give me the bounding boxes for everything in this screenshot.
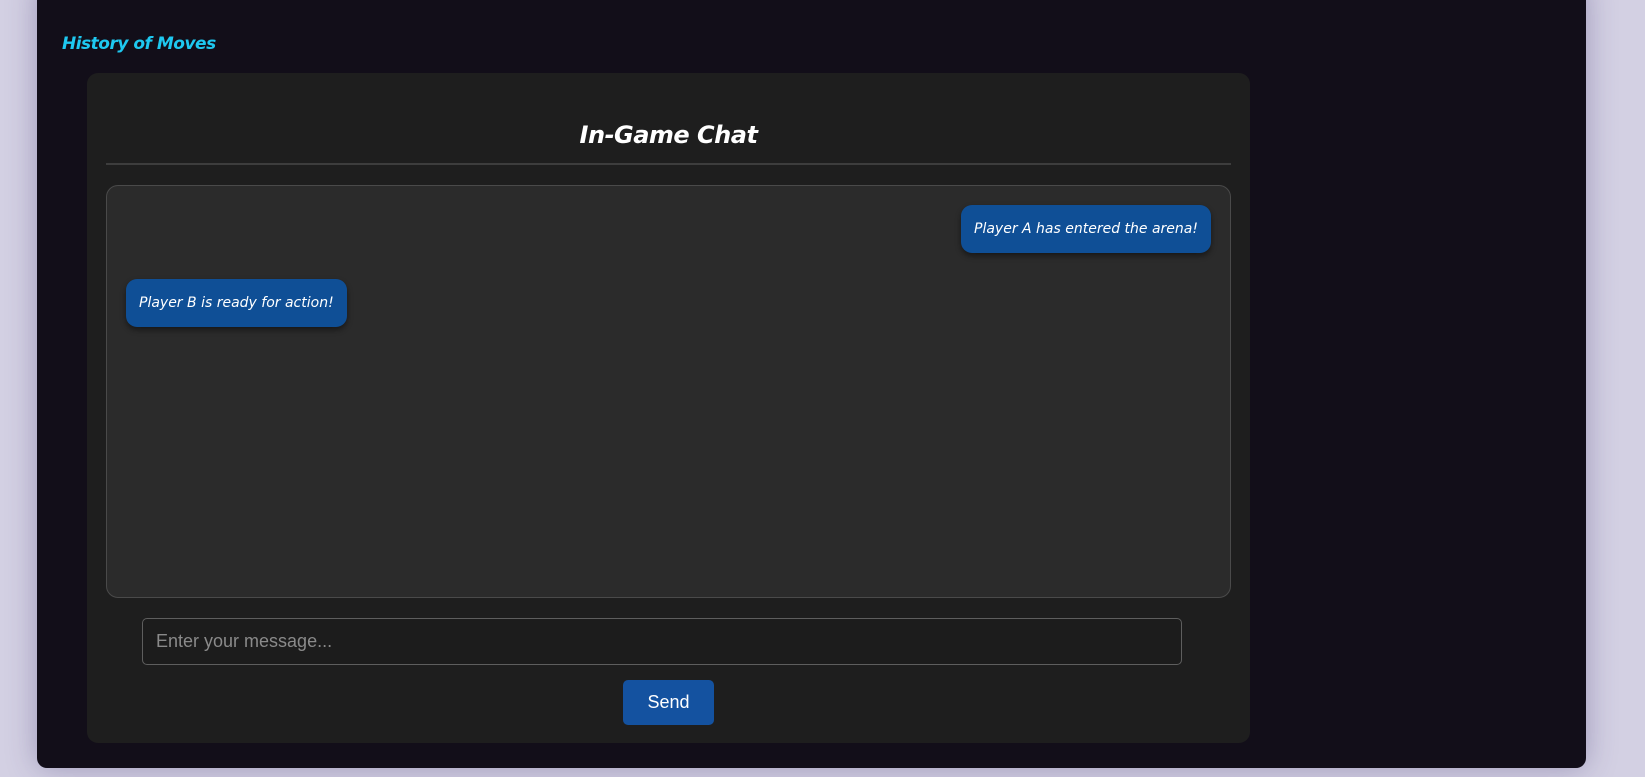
chat-message-player-a: Player A has entered the arena! bbox=[961, 205, 1211, 253]
send-button[interactable]: Send bbox=[623, 680, 714, 725]
chat-title: In-Game Chat bbox=[579, 121, 758, 149]
title-divider bbox=[106, 163, 1231, 165]
chat-message-player-b: Player B is ready for action! bbox=[126, 279, 347, 327]
message-input[interactable] bbox=[142, 618, 1182, 665]
chat-panel: In-Game Chat Player A has entered the ar… bbox=[87, 73, 1250, 743]
messages-area[interactable]: Player A has entered the arena! Player B… bbox=[106, 185, 1231, 598]
history-of-moves-link[interactable]: History of Moves bbox=[62, 34, 216, 54]
